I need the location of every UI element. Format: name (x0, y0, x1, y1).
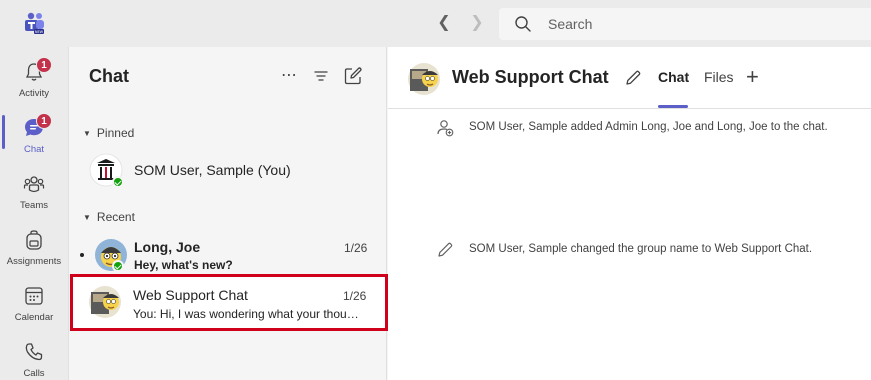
presence-available-icon (112, 176, 124, 188)
backpack-icon (26, 230, 42, 250)
active-tab-indicator (658, 105, 688, 108)
conversation-title: Web Support Chat (452, 67, 609, 87)
rail-item-activity[interactable]: 1 Activity (0, 51, 68, 107)
rail-label-teams: Teams (20, 200, 48, 211)
teams-people-icon (23, 176, 45, 193)
caret-down-icon: ▼ (83, 129, 91, 138)
filter-icon[interactable] (310, 65, 332, 87)
search-placeholder: Search (548, 16, 593, 32)
chat-item-pinned[interactable]: SOM User, Sample (You) (73, 147, 384, 193)
app-rail: 1 Activity 1 Chat Teams Assignments Cale… (0, 47, 68, 380)
tab-chat[interactable]: Chat (658, 69, 689, 85)
calendar-icon (25, 287, 43, 305)
presence-available-icon (112, 260, 124, 272)
more-options-icon[interactable]: ⋯ (278, 65, 300, 87)
search-icon (515, 16, 531, 32)
chat-item-long-joe[interactable]: Long, Joe 1/26 Hey, what's new? (73, 229, 384, 277)
chat-item-name: Long, Joe (134, 239, 201, 255)
rail-item-teams[interactable]: Teams (0, 163, 68, 219)
chat-item-name: SOM User, Sample (You) (134, 162, 291, 178)
add-tab-plus-icon[interactable]: + (746, 64, 759, 90)
pinned-section-header[interactable]: ▼ Pinned (83, 126, 134, 140)
rail-item-chat[interactable]: 1 Chat (0, 107, 68, 163)
recent-section-header[interactable]: ▼ Recent (83, 210, 135, 224)
rail-item-calls[interactable]: Calls (0, 331, 68, 380)
person-add-icon (437, 120, 454, 137)
title-bar: NEW ❮ ❯ Search (0, 0, 871, 47)
group-avatar (408, 63, 440, 95)
group-avatar (89, 286, 121, 318)
chat-item-preview: You: Hi, I was wondering what your thoug… (133, 307, 365, 321)
chat-list-title: Chat (89, 66, 129, 86)
search-input[interactable]: Search (499, 8, 871, 40)
rail-label-calls: Calls (23, 368, 45, 379)
system-message: SOM User, Sample added Admin Long, Joe a… (469, 121, 828, 133)
recent-label: Recent (96, 210, 135, 224)
unread-dot (80, 253, 84, 257)
activity-badge: 1 (36, 57, 52, 73)
rail-item-calendar[interactable]: Calendar (0, 275, 68, 331)
rail-label-chat: Chat (23, 144, 45, 155)
rail-item-assignments[interactable]: Assignments (0, 219, 68, 275)
new-chat-icon[interactable] (342, 65, 364, 87)
tab-files[interactable]: Files (704, 69, 734, 85)
svg-text:NEW: NEW (35, 30, 44, 34)
conversation-pane: Web Support Chat Chat Files + SOM User, … (388, 47, 871, 380)
chat-item-date: 1/26 (344, 241, 368, 255)
teams-logo-icon: NEW (25, 12, 44, 34)
chat-badge: 1 (36, 113, 52, 129)
chat-item-name: Web Support Chat (133, 287, 248, 303)
pencil-icon[interactable] (624, 69, 642, 87)
system-message: SOM User, Sample changed the group name … (469, 243, 813, 255)
caret-down-icon: ▼ (83, 213, 91, 222)
rail-label-assignments: Assignments (6, 256, 62, 267)
rail-label-activity: Activity (18, 88, 50, 99)
chat-item-date: 1/26 (343, 289, 367, 303)
chat-item-preview: Hey, what's new? (134, 258, 233, 272)
phone-icon (25, 343, 43, 361)
forward-arrow-icon[interactable]: ❯ (467, 13, 487, 33)
selected-chat-highlight[interactable]: Web Support Chat 1/26 You: Hi, I was won… (70, 274, 388, 331)
conversation-header: Web Support Chat Chat Files + (388, 47, 871, 109)
pencil-icon (438, 242, 453, 257)
back-arrow-icon[interactable]: ❮ (434, 13, 454, 33)
rail-label-calendar: Calendar (14, 312, 54, 323)
pinned-label: Pinned (96, 126, 135, 140)
